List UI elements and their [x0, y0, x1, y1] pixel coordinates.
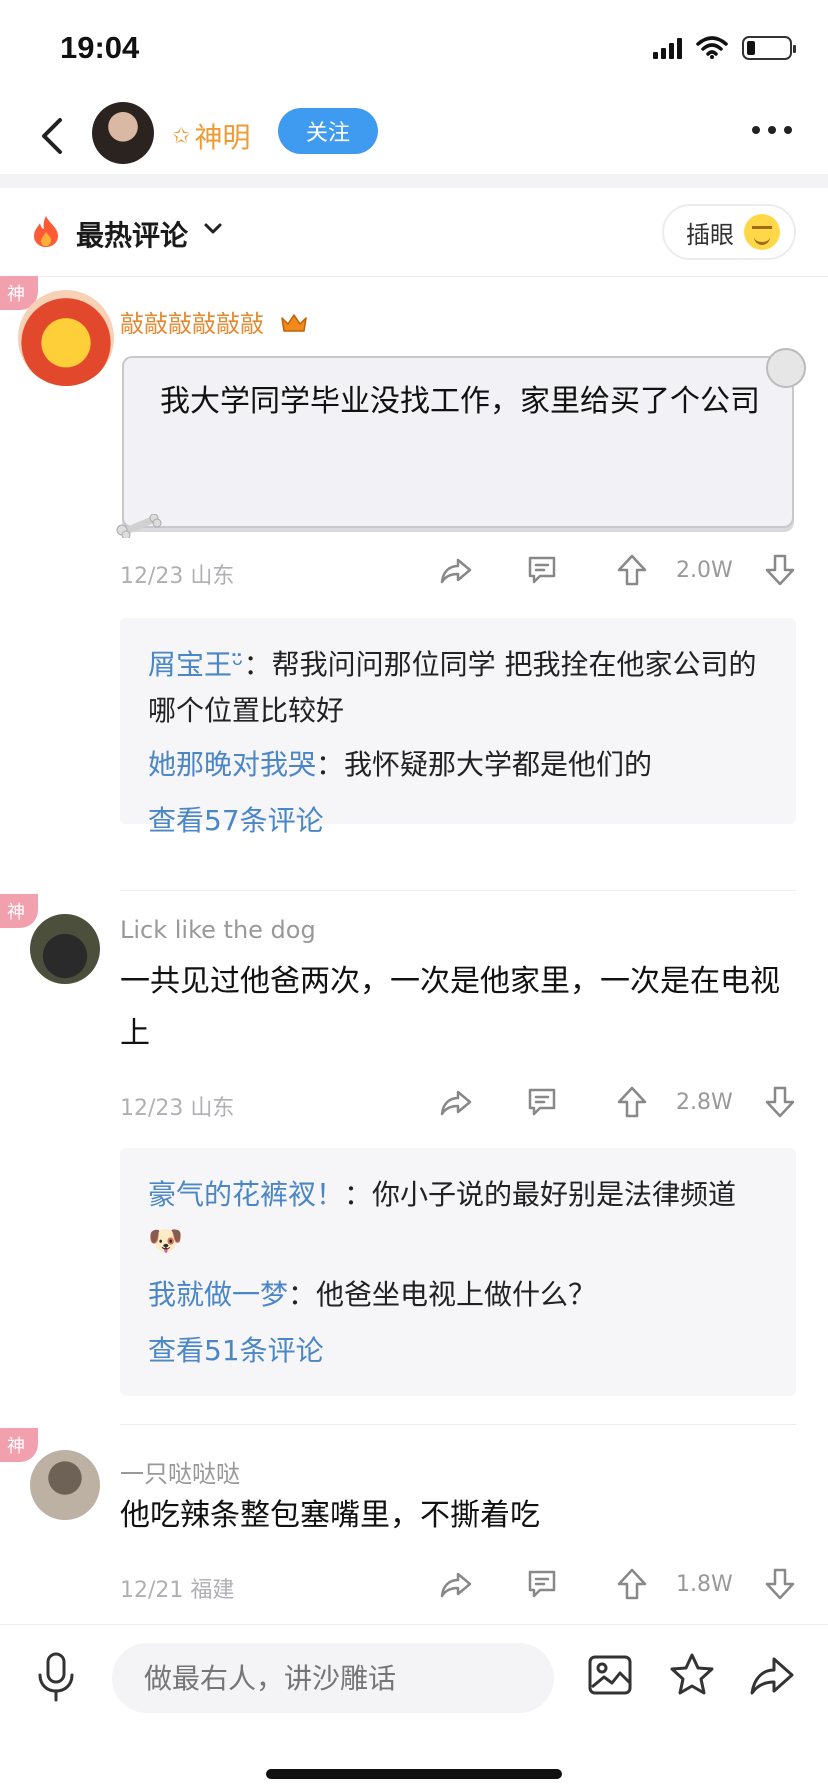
- view-more-replies-link[interactable]: 查看57条评论: [148, 798, 768, 844]
- comment-bubble[interactable]: 我大学同学毕业没找工作，家里给买了个公司: [116, 348, 806, 538]
- reply-preview[interactable]: 豪气的花裤衩！：你小子说的最好别是法律频道🐶 我就做一梦：他爸坐电视上做什么？ …: [120, 1148, 796, 1396]
- divider: [0, 276, 828, 277]
- back-arrow-icon[interactable]: [34, 114, 74, 158]
- commenter-name-label: 敲敲敲敲敲敲: [120, 310, 264, 338]
- share-post-icon[interactable]: [748, 1651, 796, 1699]
- share-icon[interactable]: [438, 552, 474, 588]
- upvote-icon[interactable]: [614, 1566, 650, 1602]
- reply-comment-icon[interactable]: [524, 1084, 560, 1120]
- chevron-down-icon[interactable]: [202, 218, 224, 240]
- downvote-icon[interactable]: [762, 552, 798, 588]
- commenter-name[interactable]: 一只哒哒哒: [120, 1454, 240, 1489]
- reply-separator: ：: [243, 648, 272, 681]
- cellular-signal-icon: [653, 37, 682, 59]
- commenter-name[interactable]: Lick like the dog: [120, 916, 316, 944]
- god-comment-badge: 神: [0, 1428, 38, 1462]
- upvote-icon[interactable]: [614, 552, 650, 588]
- reply-author[interactable]: 屑宝王ᵕ̈: [148, 648, 244, 681]
- commenter-avatar[interactable]: [18, 290, 114, 386]
- status-icons: [653, 36, 796, 60]
- divider: [120, 890, 796, 891]
- smirk-emoji-icon: [744, 214, 780, 250]
- comment-actions: 12/23 山东 2.0W: [0, 552, 828, 592]
- share-icon[interactable]: [438, 1566, 474, 1602]
- commenter-avatar[interactable]: [30, 914, 100, 984]
- wifi-icon: [696, 36, 728, 59]
- bone-icon: [116, 514, 162, 538]
- share-icon[interactable]: [438, 1084, 474, 1120]
- divider: [120, 1424, 796, 1425]
- skull-icon: [766, 348, 806, 388]
- insert-eye-label: 插眼: [686, 220, 734, 249]
- comment-input-bar: [0, 1624, 828, 1792]
- home-indicator: [266, 1769, 562, 1779]
- downvote-icon[interactable]: [762, 1084, 798, 1120]
- vote-count: 2.0W: [676, 558, 733, 583]
- status-bar: 19:04: [0, 0, 828, 96]
- comment-actions: 12/23 山东 2.8W: [0, 1084, 828, 1124]
- view-more-replies-link[interactable]: 查看51条评论: [148, 1328, 768, 1374]
- reply-separator: ：: [288, 1278, 317, 1311]
- more-options-icon[interactable]: [752, 126, 792, 134]
- comment-input[interactable]: [112, 1643, 554, 1713]
- reply-comment-icon[interactable]: [524, 1566, 560, 1602]
- comment-text: 我大学同学毕业没找工作，家里给买了个公司: [160, 384, 760, 419]
- reply-separator: ：: [344, 1178, 373, 1211]
- reply-item[interactable]: 她那晚对我哭：我怀疑那大学都是他们的: [148, 742, 768, 788]
- author-avatar[interactable]: [92, 102, 154, 164]
- vote-count: 1.8W: [676, 1572, 733, 1597]
- vote-count: 2.8W: [676, 1090, 733, 1115]
- reply-preview[interactable]: 屑宝王ᵕ̈：帮我问问那位同学 把我拴在他家公司的哪个位置比较好 她那晚对我哭：我…: [120, 618, 796, 837]
- reply-author[interactable]: 她那晚对我哭: [148, 748, 316, 781]
- header-divider: [0, 174, 828, 188]
- reply-author[interactable]: 豪气的花裤衩！: [148, 1178, 344, 1211]
- favorite-star-icon[interactable]: [668, 1651, 716, 1699]
- reply-separator: ：: [316, 748, 345, 781]
- star-icon: ✩: [172, 123, 191, 149]
- comment-actions: 12/21 福建 1.8W: [0, 1566, 828, 1606]
- reply-item[interactable]: 屑宝王ᵕ̈：帮我问问那位同学 把我拴在他家公司的哪个位置比较好: [148, 642, 768, 734]
- status-time: 19:04: [60, 30, 140, 65]
- reply-text: 我怀疑那大学都是他们的: [344, 748, 653, 781]
- reply-author[interactable]: 我就做一梦: [148, 1278, 288, 1311]
- comment-meta: 12/21 福建: [120, 1578, 235, 1603]
- sort-title[interactable]: 最热评论: [76, 214, 188, 254]
- post-header: ✩ 神明 关注: [0, 96, 828, 176]
- crown-icon: [280, 314, 307, 332]
- comment-text[interactable]: 他吃辣条整包塞嘴里，不撕着吃: [120, 1490, 796, 1542]
- commenter-avatar[interactable]: [30, 1450, 100, 1520]
- author-name[interactable]: ✩ 神明: [172, 116, 250, 156]
- microphone-icon[interactable]: [34, 1651, 78, 1703]
- insert-eye-button[interactable]: 插眼: [662, 204, 796, 260]
- comment-meta: 12/23 山东: [120, 1096, 235, 1121]
- reply-item[interactable]: 豪气的花裤衩！：你小子说的最好别是法律频道🐶: [148, 1172, 768, 1264]
- downvote-icon[interactable]: [762, 1566, 798, 1602]
- reply-item[interactable]: 我就做一梦：他爸坐电视上做什么？: [148, 1272, 768, 1318]
- reply-text: 他爸坐电视上做什么？: [316, 1278, 597, 1311]
- image-picker-icon[interactable]: [586, 1651, 634, 1699]
- author-name-label: 神明: [194, 121, 251, 154]
- commenter-name[interactable]: 敲敲敲敲敲敲: [120, 304, 308, 339]
- follow-button[interactable]: 关注: [278, 108, 378, 154]
- god-comment-badge: 神: [0, 894, 38, 928]
- hot-comments-header: 最热评论 插眼: [0, 200, 828, 270]
- reply-comment-icon[interactable]: [524, 552, 560, 588]
- battery-icon: [742, 36, 796, 60]
- fire-icon: [34, 216, 58, 247]
- comment-meta: 12/23 山东: [120, 564, 235, 589]
- upvote-icon[interactable]: [614, 1084, 650, 1120]
- comment-text[interactable]: 一共见过他爸两次，一次是他家里，一次是在电视上: [120, 956, 796, 1060]
